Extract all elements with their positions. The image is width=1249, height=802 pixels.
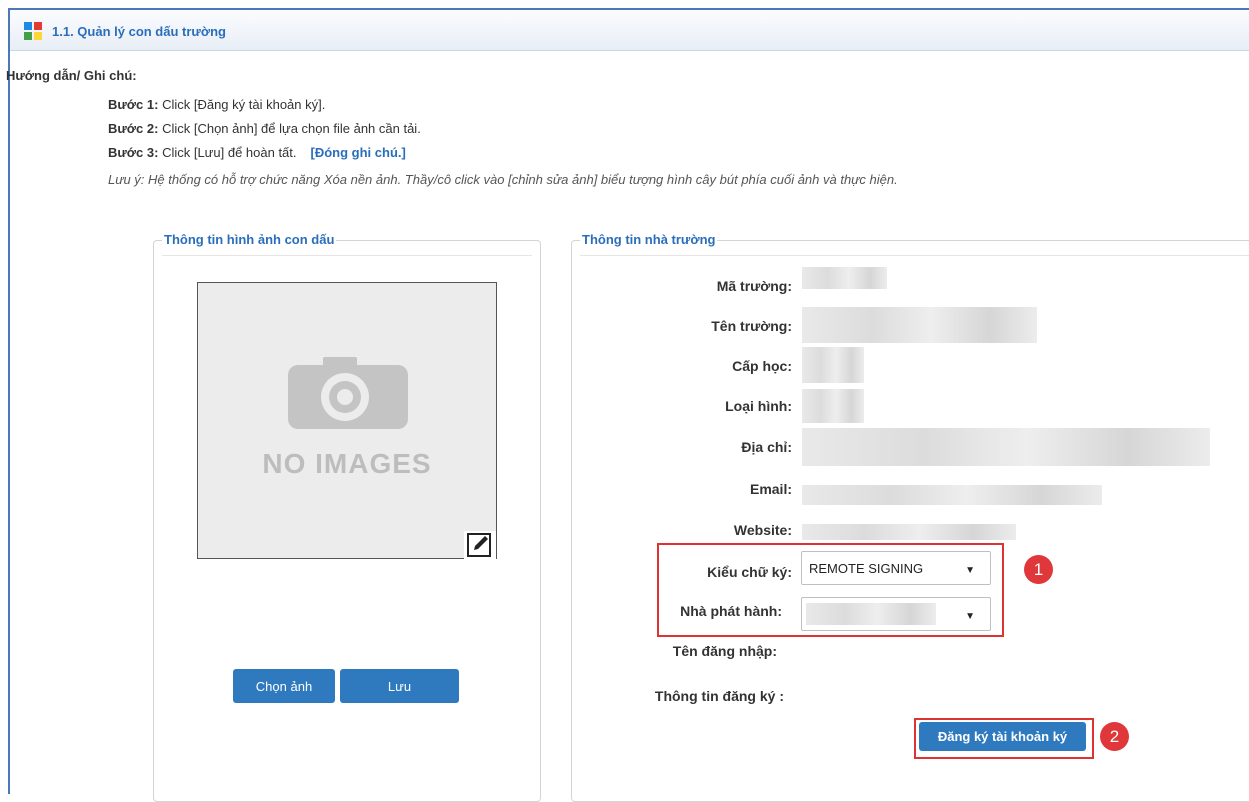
no-images-text: NO IMAGES bbox=[262, 448, 432, 479]
username-label: Tên đăng nhập: bbox=[672, 643, 777, 659]
step-label: Bước 1: bbox=[108, 97, 159, 112]
school-name-label: Tên trường: bbox=[711, 318, 792, 334]
app-logo-icon bbox=[24, 22, 42, 40]
guide-heading: Hướng dẫn/ Ghi chú: bbox=[6, 68, 137, 83]
school-website-value-redacted bbox=[802, 524, 1016, 540]
school-website-label: Website: bbox=[733, 522, 792, 538]
choose-image-button[interactable]: Chọn ảnh bbox=[233, 669, 335, 703]
register-info-label: Thông tin đăng ký : bbox=[654, 688, 784, 704]
school-address-value-redacted bbox=[802, 428, 1210, 466]
page-title: 1.1. Quản lý con dấu trường bbox=[52, 24, 226, 39]
step-text: Click [Chọn ảnh] để lựa chọn file ảnh cầ… bbox=[158, 121, 421, 136]
image-panel-legend: Thông tin hình ảnh con dấu bbox=[162, 232, 337, 247]
guide-step-2: Bước 2: Click [Chọn ảnh] để lựa chọn fil… bbox=[108, 121, 421, 136]
school-type-value-redacted bbox=[802, 389, 864, 423]
school-panel-legend: Thông tin nhà trường bbox=[580, 232, 718, 247]
step-label: Bước 3: bbox=[108, 145, 159, 160]
legend-divider bbox=[162, 255, 532, 256]
step-label: Bước 2: bbox=[108, 121, 159, 136]
school-email-label: Email: bbox=[749, 481, 792, 497]
school-address-label: Địa chỉ: bbox=[741, 439, 792, 455]
register-sign-account-button[interactable]: Đăng ký tài khoản ký bbox=[919, 722, 1086, 751]
school-level-label: Cấp học: bbox=[732, 358, 792, 374]
highlight-box-1 bbox=[657, 543, 1004, 637]
school-level-value-redacted bbox=[802, 347, 864, 383]
title-bar: 1.1. Quản lý con dấu trường bbox=[10, 10, 1249, 51]
step-text: Click [Đăng ký tài khoản ký]. bbox=[158, 97, 326, 112]
school-type-label: Loại hình: bbox=[725, 398, 792, 414]
pencil-edit-icon bbox=[467, 533, 491, 557]
step-badge-1: 1 bbox=[1024, 555, 1053, 584]
edit-image-button[interactable] bbox=[464, 531, 496, 559]
save-button[interactable]: Lưu bbox=[340, 669, 459, 703]
stamp-image-preview: NO IMAGES bbox=[197, 282, 497, 559]
guide-step-1: Bước 1: Click [Đăng ký tài khoản ký]. bbox=[108, 97, 325, 112]
camera-icon bbox=[288, 357, 408, 429]
step-badge-2: 2 bbox=[1100, 722, 1129, 751]
step-text: Click [Lưu] để hoàn tất. bbox=[158, 145, 297, 160]
close-note-link[interactable]: [Đóng ghi chú.] bbox=[311, 145, 406, 160]
school-code-label: Mã trường: bbox=[716, 278, 792, 294]
school-email-value-redacted bbox=[802, 485, 1102, 505]
school-code-value-redacted bbox=[802, 267, 887, 289]
guide-step-3: Bước 3: Click [Lưu] để hoàn tất. [Đóng gh… bbox=[108, 145, 406, 160]
guide-note: Lưu ý: Hệ thống có hỗ trợ chức năng Xóa … bbox=[108, 172, 898, 187]
school-name-value-redacted bbox=[802, 307, 1037, 343]
legend-divider bbox=[580, 255, 1249, 256]
